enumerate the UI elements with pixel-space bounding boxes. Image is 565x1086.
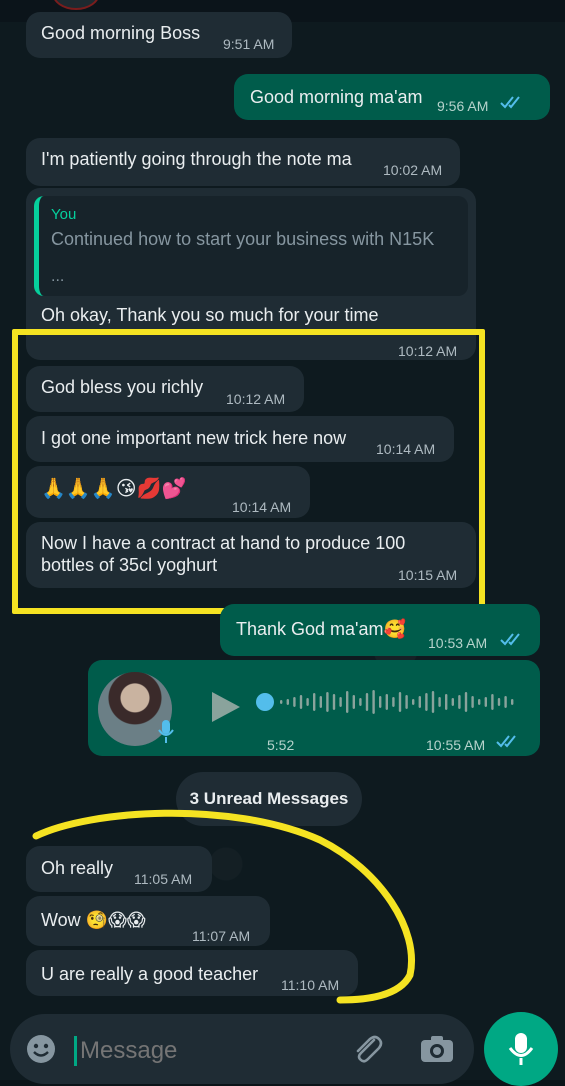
waveform-bar — [471, 696, 474, 708]
play-icon[interactable] — [208, 690, 242, 724]
message-bubble-reply[interactable]: You Continued how to start your business… — [26, 188, 476, 360]
waveform-bar — [332, 694, 336, 710]
emoji-icon[interactable] — [26, 1034, 56, 1064]
waveform-bar — [491, 694, 494, 710]
message-time: 9:56 AM — [437, 98, 489, 114]
message-bubble-incoming[interactable]: Now I have a contract at hand to produce… — [26, 522, 476, 588]
message-text: U are really a good teacher — [41, 964, 259, 984]
message-bubble-outgoing[interactable]: Thank God ma'am🥰 10:53 AM — [220, 604, 540, 656]
message-time: 10:15 AM — [398, 567, 458, 583]
waveform-bar — [458, 695, 461, 709]
message-time: 10:55 AM — [426, 737, 486, 753]
text-cursor — [74, 1036, 77, 1066]
message-bubble-incoming[interactable]: I got one important new trick here now 1… — [26, 416, 454, 462]
waveform-bar — [431, 691, 435, 713]
waveform-bar — [326, 692, 329, 712]
waveform-bar — [372, 690, 375, 714]
mic-icon — [508, 1033, 534, 1065]
waveform-bar — [484, 697, 487, 707]
message-text: Wow 🧐😱😱 — [41, 910, 146, 930]
waveform-bar — [313, 693, 316, 711]
message-input[interactable] — [78, 1036, 332, 1066]
waveform-bar — [293, 697, 296, 707]
waveform-bar — [412, 699, 415, 705]
voice-message-bubble[interactable]: 5:52 10:55 AM — [88, 660, 540, 756]
message-text: Good morning ma'am — [250, 87, 423, 107]
message-bubble-incoming[interactable]: Wow 🧐😱😱 11:07 AM — [26, 896, 270, 946]
avatar[interactable] — [52, 0, 100, 10]
double-check-icon — [500, 633, 520, 646]
message-bubble-outgoing[interactable]: Good morning ma'am 9:56 AM — [234, 74, 550, 120]
message-text-line: Now I have a contract at hand to produce… — [41, 533, 406, 553]
camera-icon[interactable] — [420, 1034, 454, 1064]
waveform-bar — [359, 698, 362, 706]
message-time: 10:53 AM — [428, 635, 488, 651]
waveform-bar — [497, 698, 501, 706]
playback-position-dot[interactable] — [256, 693, 274, 711]
audio-waveform[interactable] — [256, 682, 522, 722]
message-time: 10:12 AM — [398, 343, 458, 359]
waveform-bar — [504, 696, 507, 708]
waveform-bar — [451, 698, 454, 706]
message-time: 10:12 AM — [226, 391, 286, 407]
message-time: 11:05 AM — [134, 871, 193, 887]
message-bubble-incoming[interactable]: Oh really 11:05 AM — [26, 846, 212, 892]
waveform-bar — [398, 692, 402, 712]
waveform-bar — [405, 695, 408, 709]
message-text: I got one important new trick here now — [41, 428, 347, 448]
double-check-icon — [496, 735, 516, 748]
message-time: 11:10 AM — [281, 977, 340, 993]
voice-duration: 5:52 — [267, 737, 295, 753]
waveform-bar — [365, 693, 369, 711]
waveform-bar — [339, 697, 342, 707]
waveform-bar — [445, 694, 448, 710]
quoted-message[interactable]: You Continued how to start your business… — [34, 196, 468, 296]
message-text: Thank God ma'am🥰 — [236, 619, 406, 639]
waveform-bar — [346, 691, 349, 713]
quote-text: Continued how to start your business wit… — [51, 229, 435, 249]
message-bubble-incoming[interactable]: God bless you richly 10:12 AM — [26, 366, 304, 412]
message-time: 10:02 AM — [383, 162, 443, 178]
waveform-bar — [299, 695, 303, 709]
message-bubble-incoming[interactable]: U are really a good teacher 11:10 AM — [26, 950, 358, 996]
attach-icon[interactable] — [350, 1032, 384, 1066]
message-text: God bless you richly — [41, 377, 204, 397]
waveform-bar — [352, 695, 355, 709]
waveform-bar — [464, 692, 468, 712]
waveform-bar — [385, 694, 388, 710]
waveform-bar — [478, 699, 481, 705]
message-time: 10:14 AM — [376, 441, 436, 457]
message-text: Oh really — [41, 858, 114, 878]
message-text: I'm patiently going through the note ma — [41, 149, 352, 169]
quote-ellipsis: ... — [51, 268, 65, 285]
double-check-icon — [500, 96, 520, 109]
message-composer[interactable] — [10, 1014, 474, 1084]
unread-messages-divider: 3 Unread Messages — [176, 772, 362, 826]
waveform-bar — [418, 696, 421, 708]
waveform-bar — [511, 699, 514, 705]
mic-icon — [158, 720, 174, 743]
waveform-bar — [280, 700, 283, 704]
message-text: Good morning Boss — [41, 23, 201, 43]
message-text-line: bottles of 35cl yoghurt — [41, 555, 218, 575]
waveform-bar — [286, 699, 289, 705]
message-bubble-incoming[interactable]: Good morning Boss 9:51 AM — [26, 12, 292, 58]
waveform-bar — [319, 696, 322, 708]
waveform-bar — [425, 693, 428, 711]
waveform-bar — [438, 697, 441, 707]
quote-author: You — [51, 206, 77, 223]
waveform-bar — [306, 698, 309, 706]
message-time: 10:14 AM — [232, 499, 292, 515]
message-time: 9:51 AM — [223, 36, 275, 52]
waveform-bar — [379, 696, 382, 708]
waveform-bar — [392, 697, 395, 707]
record-voice-button[interactable] — [484, 1012, 558, 1086]
message-bubble-incoming[interactable]: I'm patiently going through the note ma … — [26, 138, 460, 186]
message-time: 11:07 AM — [192, 928, 251, 944]
message-text: Oh okay, Thank you so much for your time — [41, 305, 379, 325]
message-bubble-incoming[interactable]: 🙏🙏🙏😘💋💕 10:14 AM — [26, 466, 310, 518]
message-text: 🙏🙏🙏😘💋💕 — [41, 478, 187, 500]
